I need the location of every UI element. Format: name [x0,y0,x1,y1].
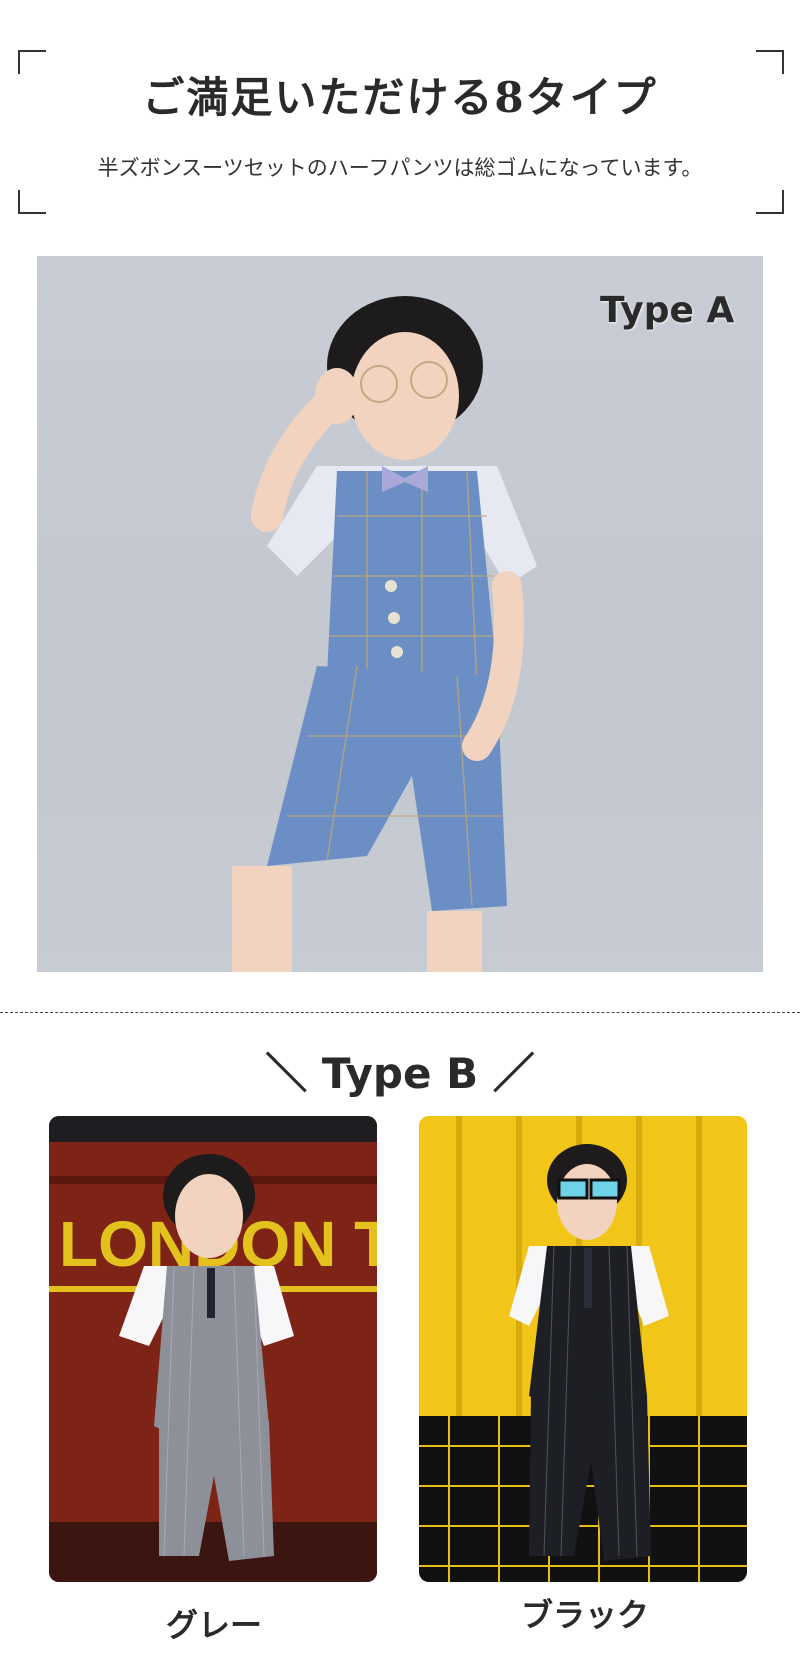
boy-in-black-pinstripe-suit-illustration [419,1116,747,1582]
boy-in-blue-plaid-suit-illustration [232,296,537,972]
frame-corner-bottom-left [18,190,46,214]
dashed-divider [0,1012,800,1013]
frame-corner-bottom-right [756,190,784,214]
page-title: ご満足いただける8タイプ [142,73,658,122]
page-subtitle: 半ズボンスーツセットのハーフパンツは総ゴムになっています。 [97,156,703,180]
type-b-heading: ＼ Type B ／ [265,1049,535,1098]
type-a-label: Type A [600,290,735,331]
black-variant-caption: ブラック [520,1596,649,1634]
gray-variant-photo: LONDON TI [49,1116,377,1582]
gray-variant-caption: グレー [165,1606,262,1644]
type-a-product-photo [37,256,763,972]
black-variant-photo [419,1116,747,1582]
boy-in-gray-pinstripe-suit-illustration: LONDON TI [49,1116,377,1582]
